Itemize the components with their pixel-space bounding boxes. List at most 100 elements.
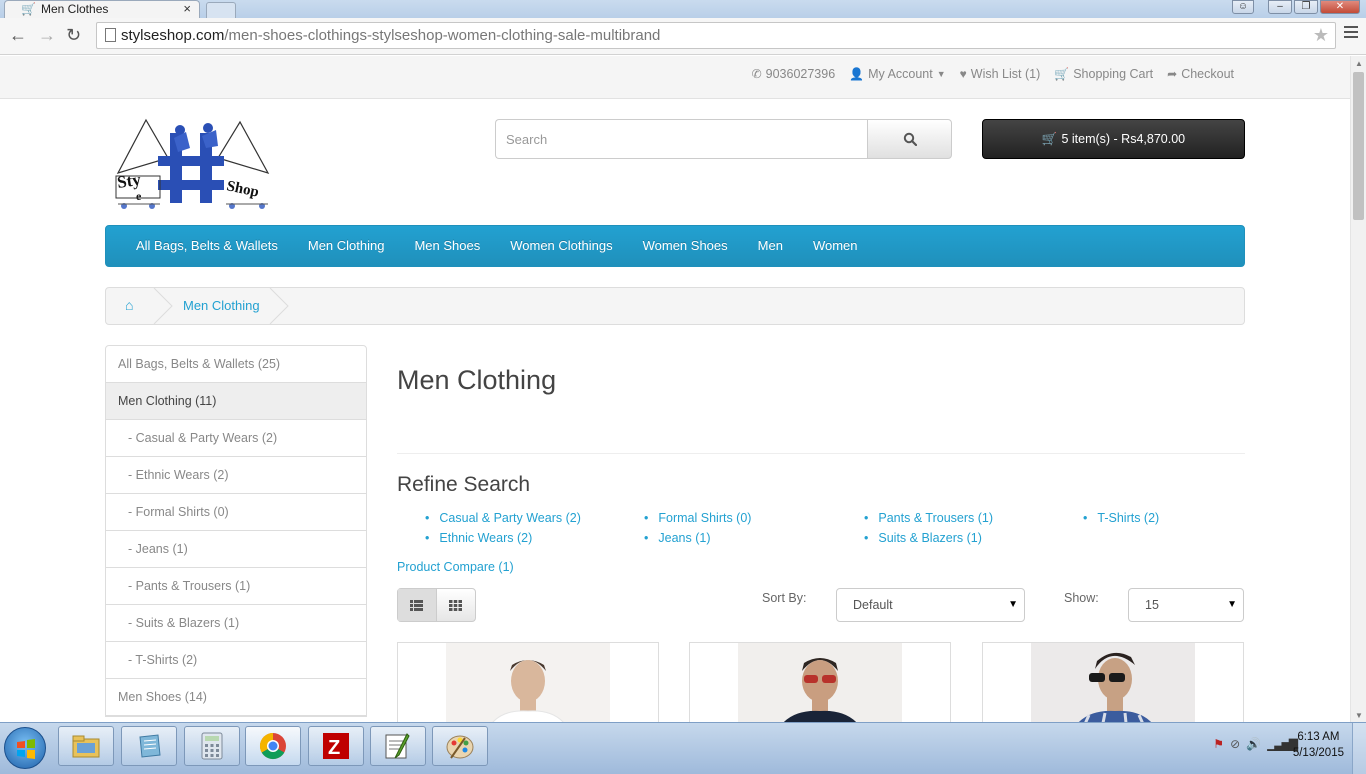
caret-down-icon: ▼: [936, 69, 946, 79]
scroll-up-icon[interactable]: ▲: [1355, 59, 1363, 68]
refine-column: Formal Shirts (0) Jeans (1): [644, 511, 751, 551]
wishlist-link[interactable]: ♥ Wish List (1): [960, 67, 1041, 81]
menu-item-men[interactable]: Men: [743, 225, 798, 267]
menu-item-men-shoes[interactable]: Men Shoes: [399, 225, 495, 267]
sidebar-item-men-shoes[interactable]: Men Shoes (14): [106, 679, 366, 716]
sidebar-item-pants-trousers[interactable]: - Pants & Trousers (1): [106, 568, 366, 605]
start-button[interactable]: [4, 727, 46, 769]
action-center-flag-icon[interactable]: ⚑: [1213, 737, 1224, 751]
shopping-cart-label: Shopping Cart: [1073, 67, 1154, 81]
my-account-dropdown[interactable]: 👤 My Account ▼: [849, 67, 946, 81]
product-image[interactable]: [738, 643, 902, 722]
shopping-cart-link[interactable]: 🛒 Shopping Cart: [1054, 67, 1153, 81]
menu-item-women-clothings[interactable]: Women Clothings: [495, 225, 627, 267]
sidebar-item-men-clothing[interactable]: Men Clothing (11): [106, 383, 366, 420]
address-bar[interactable]: stylseshop.com/men-shoes-clothings-styls…: [96, 22, 1336, 49]
sort-by-select[interactable]: Default ▼: [836, 588, 1025, 622]
page-scrollbar[interactable]: ▲ ▼: [1350, 56, 1366, 722]
list-view-button[interactable]: [398, 589, 437, 621]
reload-icon[interactable]: ↻: [66, 25, 81, 46]
product-image[interactable]: [446, 643, 610, 722]
show-count-value: 15: [1145, 598, 1159, 612]
checkout-label: Checkout: [1181, 67, 1234, 81]
sidebar-item-casual-party-wears[interactable]: - Casual & Party Wears (2): [106, 420, 366, 457]
tab-title: Men Clothes: [41, 2, 109, 16]
show-desktop-button[interactable]: [1352, 723, 1366, 774]
bookmark-star-icon[interactable]: ★: [1313, 25, 1329, 46]
sidebar-item-t-shirts[interactable]: - T-Shirts (2): [106, 642, 366, 679]
windows-logo-icon: [17, 739, 35, 759]
checkout-link[interactable]: ➦ Checkout: [1167, 67, 1234, 81]
svg-text:Z: Z: [328, 737, 340, 759]
show-count-select[interactable]: 15 ▼: [1128, 588, 1244, 622]
taskbar-explorer[interactable]: [58, 726, 114, 766]
product-image[interactable]: [1031, 643, 1195, 722]
svg-text:Shop: Shop: [225, 178, 260, 200]
browser-titlebar: 🛒 Men Clothes × ☺ – ❐ ✕: [0, 0, 1366, 18]
menu-item-bags[interactable]: All Bags, Belts & Wallets: [121, 225, 293, 267]
taskbar-filezilla[interactable]: Z: [308, 726, 364, 766]
sidebar-item-ethnic-wears[interactable]: - Ethnic Wears (2): [106, 457, 366, 494]
phone-link[interactable]: ✆ 9036027396: [752, 67, 836, 81]
breadcrumb-men-clothing[interactable]: Men Clothing: [183, 298, 260, 313]
text-editor-icon: [385, 733, 410, 759]
home-icon[interactable]: ⌂: [125, 297, 133, 313]
product-card[interactable]: [397, 642, 659, 722]
menu-item-men-clothing[interactable]: Men Clothing: [293, 225, 400, 267]
signal-icon[interactable]: ▁▃▅▇: [1267, 737, 1298, 751]
sort-by-label: Sort By:: [762, 591, 807, 605]
sort-by-value: Default: [853, 598, 893, 612]
product-card[interactable]: [982, 642, 1244, 722]
refine-link-formal-shirts[interactable]: Formal Shirts (0): [644, 511, 751, 531]
browser-menu-icon[interactable]: [1344, 26, 1358, 41]
search-button[interactable]: [867, 119, 952, 159]
top-links-bar: ✆ 9036027396 👤 My Account ▼ ♥ Wish List (1) …: [0, 56, 1350, 99]
scrollbar-thumb[interactable]: [1353, 72, 1364, 220]
network-icon[interactable]: ⊘: [1230, 737, 1240, 751]
tab-close-button[interactable]: ×: [183, 1, 191, 16]
refine-link-jeans[interactable]: Jeans (1): [644, 531, 751, 551]
menu-item-women-shoes[interactable]: Women Shoes: [628, 225, 743, 267]
maximize-button[interactable]: ❐: [1294, 0, 1318, 14]
grid-view-button[interactable]: [437, 589, 476, 621]
product-card[interactable]: [689, 642, 951, 722]
menu-item-women[interactable]: Women: [798, 225, 873, 267]
forward-icon[interactable]: →: [38, 25, 56, 46]
refine-link-casual-party-wears[interactable]: Casual & Party Wears (2): [425, 511, 580, 531]
cart-icon: 🛒: [1054, 67, 1070, 81]
close-window-button[interactable]: ✕: [1320, 0, 1360, 14]
sidebar-item-formal-shirts[interactable]: - Formal Shirts (0): [106, 494, 366, 531]
breadcrumb: ⌂ Men Clothing: [105, 287, 1245, 325]
search-input[interactable]: [495, 119, 868, 159]
taskbar-calculator[interactable]: [184, 726, 240, 766]
chevron-down-icon: ▼: [1227, 599, 1237, 610]
refine-link-pants-trousers[interactable]: Pants & Trousers (1): [864, 511, 993, 531]
sidebar-item-jeans[interactable]: - Jeans (1): [106, 531, 366, 568]
taskbar-notepad[interactable]: [121, 726, 177, 766]
product-compare-link[interactable]: Product Compare (1): [397, 560, 514, 574]
taskbar-chrome[interactable]: [245, 726, 301, 766]
taskbar-paint[interactable]: [432, 726, 488, 766]
taskbar-editor[interactable]: [370, 726, 426, 766]
sidebar-item-bags[interactable]: All Bags, Belts & Wallets (25): [106, 346, 366, 383]
user-icon[interactable]: ☺: [1232, 0, 1254, 14]
refine-link-suits-blazers[interactable]: Suits & Blazers (1): [864, 531, 993, 551]
show-label: Show:: [1064, 591, 1099, 605]
refine-link-ethnic-wears[interactable]: Ethnic Wears (2): [425, 531, 581, 551]
refine-link-t-shirts[interactable]: T-Shirts (2): [1083, 511, 1159, 531]
new-tab-button[interactable]: [206, 2, 236, 18]
calculator-icon: [201, 732, 223, 760]
browser-tab[interactable]: 🛒 Men Clothes ×: [4, 0, 200, 18]
sidebar-item-suits-blazers[interactable]: - Suits & Blazers (1): [106, 605, 366, 642]
minimize-button[interactable]: –: [1268, 0, 1292, 14]
store-logo[interactable]: Sty e Shop: [108, 118, 278, 213]
scroll-down-icon[interactable]: ▼: [1355, 711, 1363, 720]
volume-icon[interactable]: 🔊: [1246, 737, 1261, 751]
breadcrumb-separator-icon: [153, 288, 173, 324]
cart-summary-button[interactable]: 🛒 5 item(s) - Rs4,870.00: [982, 119, 1245, 159]
cart-summary-label: 5 item(s) - Rs4,870.00: [1061, 132, 1186, 146]
page-title: Men Clothing: [397, 365, 557, 395]
user-icon: 👤: [849, 67, 865, 81]
system-clock[interactable]: 6:13 AM 5/13/2015: [1293, 729, 1344, 761]
back-icon[interactable]: ←: [9, 25, 27, 46]
